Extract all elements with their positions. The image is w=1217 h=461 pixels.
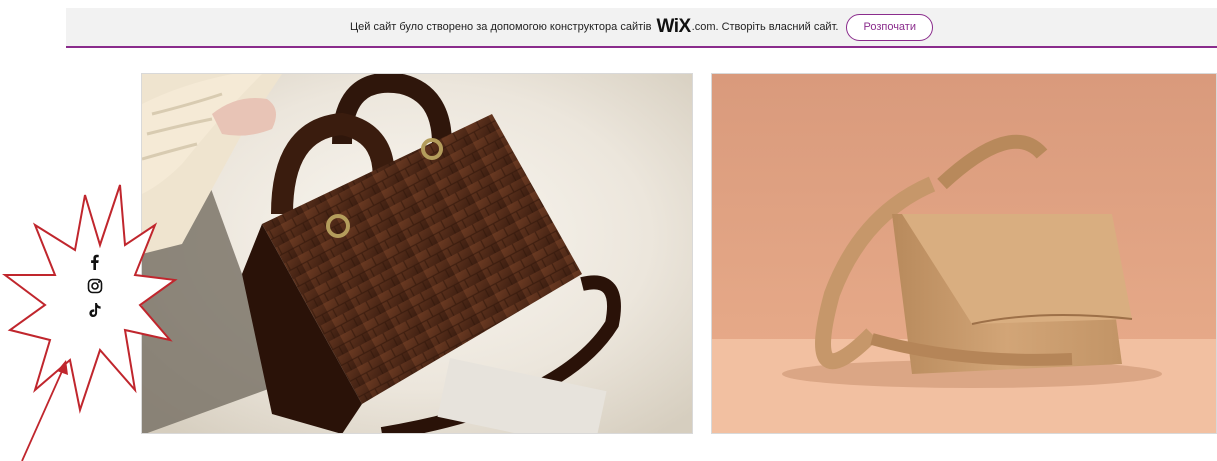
instagram-icon[interactable] [86, 277, 104, 295]
tiktok-icon[interactable] [86, 301, 104, 319]
tan-bag-illustration [712, 74, 1216, 433]
start-button[interactable]: Розпочати [846, 13, 933, 41]
wix-logo: WiX [656, 16, 691, 37]
banner-text-after-logo: Створіть власний сайт. [721, 21, 839, 33]
brown-handbag-illustration [142, 74, 692, 433]
banner-message: Цей сайт було створено за допомогою конс… [350, 16, 838, 38]
wix-logo-suffix: .com. [691, 21, 719, 33]
wix-ad-banner: Цей сайт було створено за допомогою конс… [66, 8, 1217, 48]
banner-text-before-logo: Цей сайт було створено за допомогою конс… [350, 21, 652, 33]
facebook-icon[interactable] [86, 253, 104, 271]
gallery-image-brown-handbag[interactable] [141, 73, 693, 434]
annotation-arrow [21, 360, 68, 461]
gallery-image-tan-bag[interactable] [711, 73, 1217, 434]
